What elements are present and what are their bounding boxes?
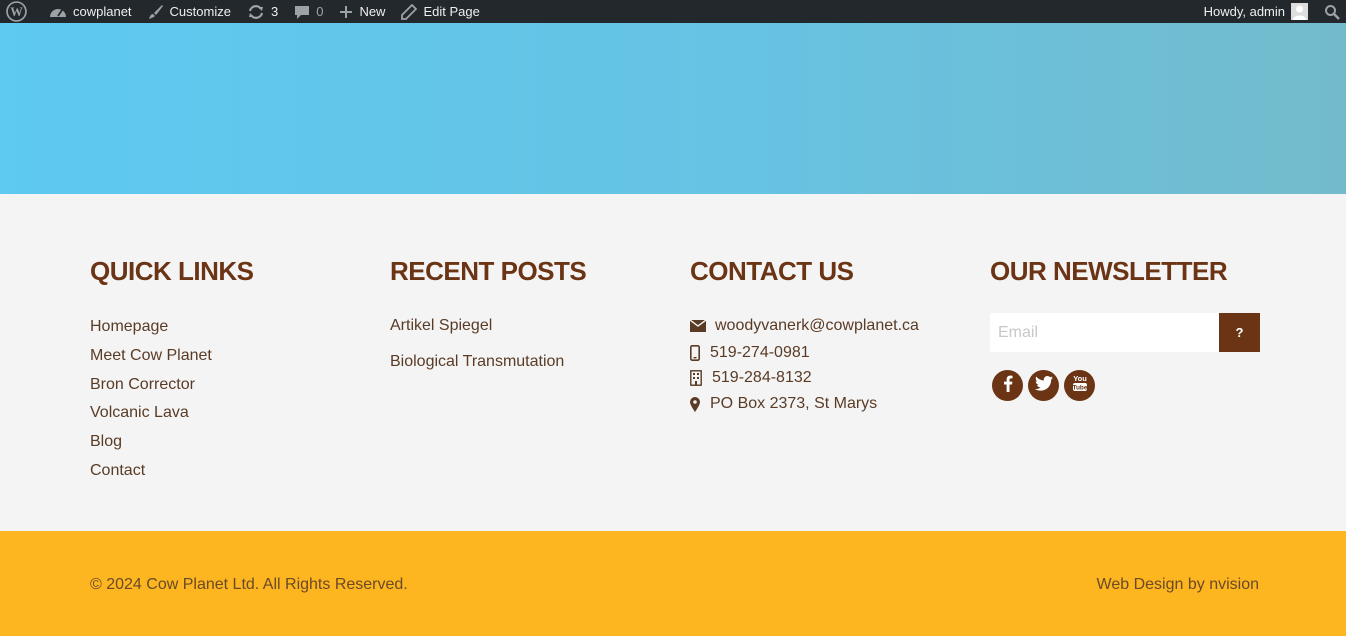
customize-label: Customize	[169, 4, 231, 19]
newsletter-form: ?	[990, 313, 1260, 352]
avatar	[1291, 3, 1308, 20]
customize-link[interactable]: Customize	[140, 0, 239, 23]
admin-search-button[interactable]	[1314, 0, 1346, 23]
dashboard-icon	[49, 5, 67, 19]
contact-title: CONTACT US	[690, 256, 854, 286]
svg-text:W: W	[10, 5, 23, 19]
footer-widgets: QUICK LINKS Homepage Meet Cow Planet Bro…	[0, 194, 1346, 531]
contact-mobile-row: 519-274-0981	[690, 344, 810, 362]
recent-posts-title: RECENT POSTS	[390, 256, 587, 286]
updates-count: 3	[270, 4, 279, 19]
contact-address: PO Box 2373, St Marys	[710, 395, 878, 412]
edit-page-label: Edit Page	[423, 4, 480, 19]
new-label: New	[359, 4, 386, 19]
youtube-icon: You Tube	[1072, 374, 1088, 397]
quick-link-meet-cow-planet[interactable]: Meet Cow Planet	[90, 347, 212, 365]
contact-office[interactable]: 519-284-8132	[712, 369, 812, 387]
contact-address-row: PO Box 2373, St Marys	[690, 395, 877, 413]
quick-link-blog[interactable]: Blog	[90, 433, 122, 451]
recent-post-link[interactable]: Biological Transmutation	[390, 353, 564, 371]
svg-text:You: You	[1073, 374, 1087, 383]
updates-link[interactable]: 3	[239, 0, 286, 23]
brush-icon	[148, 4, 164, 20]
envelope-icon	[690, 320, 711, 332]
my-account-link[interactable]: Howdy, admin	[1196, 0, 1314, 23]
footer-bottom-bar: © 2024 Cow Planet Ltd. All Rights Reserv…	[0, 531, 1346, 636]
map-marker-icon	[690, 396, 706, 412]
new-content-link[interactable]: New	[331, 0, 393, 23]
building-icon	[690, 370, 708, 386]
plus-icon	[339, 5, 353, 19]
facebook-link[interactable]	[992, 370, 1023, 401]
newsletter-submit-button[interactable]: ?	[1219, 313, 1260, 352]
newsletter-email-input[interactable]	[990, 313, 1219, 352]
comment-icon	[294, 4, 310, 20]
pencil-icon	[401, 3, 418, 20]
svg-text:Tube: Tube	[1072, 385, 1087, 392]
wordpress-icon: W	[6, 1, 27, 22]
contact-office-row: 519-284-8132	[690, 369, 812, 387]
contact-email-row: woodyvanerk@cowplanet.ca	[690, 317, 919, 335]
quick-link-homepage[interactable]: Homepage	[90, 318, 168, 336]
mobile-icon	[690, 345, 706, 361]
edit-page-link[interactable]: Edit Page	[393, 0, 487, 23]
admin-bar: W cowplanet Customize 3 0 New Edit Page …	[0, 0, 1346, 23]
copyright-text: © 2024 Cow Planet Ltd. All Rights Reserv…	[90, 576, 408, 593]
quick-links-title: QUICK LINKS	[90, 256, 254, 286]
hero-banner	[0, 23, 1346, 194]
site-name-link[interactable]: cowplanet	[41, 0, 140, 23]
twitter-link[interactable]	[1028, 370, 1059, 401]
comments-count: 0	[316, 4, 324, 19]
web-design-credit-link[interactable]: Web Design by nvision	[1097, 576, 1259, 594]
comments-link[interactable]: 0	[286, 0, 331, 23]
search-icon	[1324, 4, 1340, 20]
site-name-label: cowplanet	[73, 4, 132, 19]
quick-link-bron-corrector[interactable]: Bron Corrector	[90, 376, 195, 394]
newsletter-title: OUR NEWSLETTER	[990, 256, 1228, 286]
quick-link-contact[interactable]: Contact	[90, 462, 145, 480]
wordpress-menu[interactable]: W	[0, 0, 41, 23]
social-links: You Tube	[992, 370, 1095, 401]
recent-post-link[interactable]: Artikel Spiegel	[390, 317, 492, 335]
youtube-link[interactable]: You Tube	[1064, 370, 1095, 401]
twitter-icon	[1034, 375, 1053, 396]
quick-link-volcanic-lava[interactable]: Volcanic Lava	[90, 404, 189, 422]
contact-email[interactable]: woodyvanerk@cowplanet.ca	[715, 317, 919, 335]
refresh-icon	[247, 4, 265, 20]
howdy-label: Howdy, admin	[1203, 4, 1285, 19]
facebook-icon	[1003, 375, 1013, 397]
contact-mobile[interactable]: 519-274-0981	[710, 344, 810, 362]
